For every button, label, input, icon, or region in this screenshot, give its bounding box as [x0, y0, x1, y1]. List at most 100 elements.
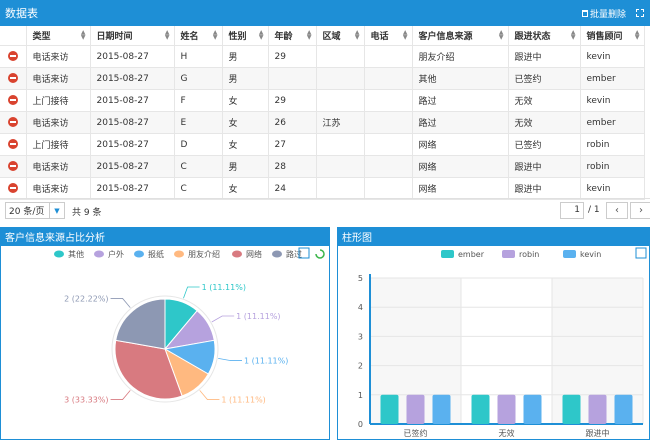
legend-marker[interactable]: [441, 250, 454, 258]
sort-icon[interactable]: ▲ ▼: [571, 30, 576, 41]
delete-row-icon[interactable]: [7, 139, 18, 150]
legend-marker[interactable]: [54, 250, 64, 258]
legend-marker[interactable]: [502, 250, 515, 258]
sort-icon[interactable]: ▲ ▼: [165, 30, 170, 41]
column-header[interactable]: 区域 ▲ ▼: [316, 26, 365, 46]
table-cell: [364, 177, 413, 200]
pie-label-line: [199, 390, 220, 400]
fullscreen-icon[interactable]: [636, 9, 644, 17]
table-cell: 跟进中: [508, 155, 581, 178]
table-cell: 已签约: [508, 67, 581, 90]
sort-icon[interactable]: ▲ ▼: [213, 30, 218, 41]
table-cell: 女: [222, 111, 269, 134]
legend-marker[interactable]: [232, 250, 242, 258]
delete-row-icon[interactable]: [7, 95, 18, 106]
sort-icon[interactable]: ▲ ▼: [81, 30, 86, 41]
table-cell: 男: [222, 67, 269, 90]
legend-label[interactable]: ember: [458, 250, 485, 259]
delete-cell: [0, 133, 27, 156]
legend-label[interactable]: kevin: [580, 250, 601, 259]
column-header[interactable]: 姓名 ▲ ▼: [174, 26, 223, 46]
table-cell: 电话来访: [26, 155, 91, 178]
x-tick-label: 无效: [499, 428, 515, 438]
table-cell: G: [174, 67, 223, 90]
delete-cell: [0, 111, 27, 134]
table-cell: 2015-08-27: [90, 177, 175, 200]
column-header[interactable]: 类型 ▲ ▼: [26, 26, 91, 46]
legend-label[interactable]: 户外: [108, 249, 124, 259]
table-cell: 无效: [508, 111, 581, 134]
trash-icon: [581, 9, 588, 17]
table-cell: [364, 155, 413, 178]
table-cell: 24: [268, 177, 317, 200]
chevron-down-icon[interactable]: ▼: [49, 203, 64, 218]
sort-icon[interactable]: ▲ ▼: [635, 30, 640, 41]
batch-delete-label: 批量删除: [589, 9, 626, 20]
page-number-input[interactable]: 1: [560, 202, 584, 219]
page-size-value: 20 条/页: [9, 207, 45, 217]
column-header[interactable]: 客户信息来源 ▲ ▼: [412, 26, 509, 46]
delete-row-icon[interactable]: [7, 183, 18, 194]
delete-row-icon[interactable]: [7, 51, 18, 62]
table-cell: [364, 89, 413, 112]
column-header[interactable]: 年龄 ▲ ▼: [268, 26, 317, 46]
pie-label-line: [110, 390, 131, 400]
table-cell: 网络: [412, 177, 509, 200]
page-size-select[interactable]: 20 条/页 ▼: [5, 202, 65, 219]
sort-icon[interactable]: ▲ ▼: [355, 30, 360, 41]
pie-label-line: [211, 315, 235, 323]
refresh-icon[interactable]: [315, 249, 325, 259]
data-table-header: 数据表 批量删除: [0, 0, 650, 26]
legend-label[interactable]: robin: [519, 250, 539, 259]
sort-icon[interactable]: ▲ ▼: [259, 30, 264, 41]
bar[interactable]: [406, 394, 425, 424]
legend-marker[interactable]: [272, 250, 282, 258]
pie-chart: 其他 户外 报纸 朋友介绍 网络 路过1 (11.11%)1 (11.11%)1 (11.…: [54, 247, 325, 405]
table-cell: [364, 45, 413, 68]
next-page-button[interactable]: ›: [630, 202, 650, 219]
delete-row-icon[interactable]: [7, 73, 18, 84]
legend-marker[interactable]: [174, 250, 184, 258]
save-image-icon[interactable]: [635, 247, 647, 259]
bar[interactable]: [562, 394, 581, 424]
bar[interactable]: [523, 394, 542, 424]
sort-icon[interactable]: ▲ ▼: [499, 30, 504, 41]
column-header[interactable]: 销售顾问 ▲ ▼: [580, 26, 645, 46]
table-cell: 男: [222, 45, 269, 68]
delete-row-icon[interactable]: [7, 117, 18, 128]
table-row: 上门接待 2015-08-27 D 女 27 网络 已签约 robin: [0, 133, 645, 156]
batch-delete-button[interactable]: 批量删除: [581, 7, 626, 20]
delete-row-icon[interactable]: [7, 161, 18, 172]
y-tick-label: 2: [358, 362, 363, 371]
table-cell: 网络: [412, 133, 509, 156]
legend-marker[interactable]: [134, 250, 144, 258]
prev-page-button[interactable]: ‹: [606, 202, 628, 219]
table-cell: kevin: [580, 177, 645, 200]
column-header[interactable]: 性别 ▲ ▼: [222, 26, 269, 46]
table-cell: 网络: [412, 155, 509, 178]
bar[interactable]: [432, 394, 451, 424]
table-cell: 江苏: [316, 111, 365, 134]
column-header[interactable]: 跟进状态 ▲ ▼: [508, 26, 581, 46]
sort-icon[interactable]: ▲ ▼: [307, 30, 312, 41]
x-tick-label: 已签约: [404, 428, 428, 438]
bar[interactable]: [614, 394, 633, 424]
bar[interactable]: [380, 394, 399, 424]
legend-label[interactable]: 网络: [246, 249, 262, 259]
legend-marker[interactable]: [563, 250, 576, 258]
column-header[interactable]: 日期时间 ▲ ▼: [90, 26, 175, 46]
legend-label[interactable]: 朋友介绍: [188, 249, 220, 259]
legend-label[interactable]: 其他: [68, 249, 84, 259]
bar[interactable]: [497, 394, 516, 424]
pie-slice[interactable]: [115, 298, 166, 350]
bar[interactable]: [471, 394, 490, 424]
table-cell: C: [174, 155, 223, 178]
legend-label[interactable]: 报纸: [148, 249, 164, 259]
pie-slice-label: 1 (11.11%): [236, 312, 280, 321]
table-cell: 电话来访: [26, 67, 91, 90]
column-header[interactable]: 电话 ▲ ▼: [364, 26, 413, 46]
bar[interactable]: [588, 394, 607, 424]
column-header-label: 客户信息来源: [418, 32, 473, 42]
legend-marker[interactable]: [94, 250, 104, 258]
sort-icon[interactable]: ▲ ▼: [403, 30, 408, 41]
